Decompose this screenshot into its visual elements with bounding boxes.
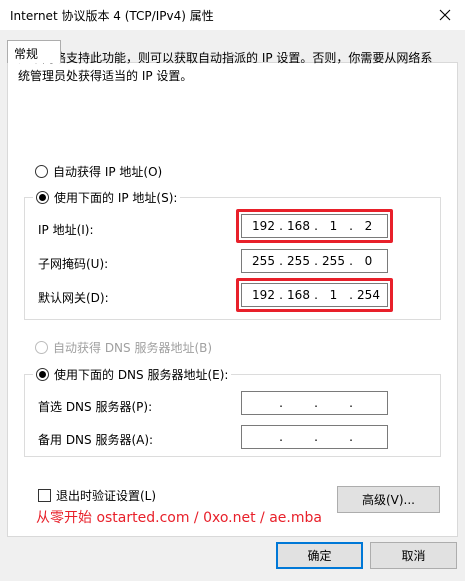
pdns-dot: . <box>349 396 353 410</box>
mask-octet-4: 0 <box>364 254 373 268</box>
pdns-dot: . <box>279 396 283 410</box>
ok-button[interactable]: 确定 <box>276 542 363 569</box>
gateway-label: 默认网关(D): <box>38 291 109 305</box>
mask-octet-1: 255 <box>252 254 275 268</box>
ip-auto-radio[interactable] <box>35 165 48 178</box>
ip-manual-label: 使用下面的 IP 地址(S): <box>54 191 178 205</box>
adns-dot: . <box>279 430 283 444</box>
validate-checkbox[interactable] <box>38 489 51 502</box>
pdns-dot: . <box>314 396 318 410</box>
ip-manual-radio[interactable] <box>36 191 49 204</box>
preferred-dns-label: 首选 DNS 服务器(P): <box>38 400 153 414</box>
alternate-dns-input[interactable]: . . . <box>241 425 388 449</box>
validate-checkbox-row[interactable]: 退出时验证设置(L) <box>38 487 156 504</box>
dns-manual-radio-row[interactable]: 使用下面的 DNS 服务器地址(E): <box>33 366 232 383</box>
watermark-text: 从零开始 ostarted.com / 0xo.net / ae.mba <box>36 510 322 526</box>
mask-dot: . <box>279 254 283 268</box>
alternate-dns-label: 备用 DNS 服务器(A): <box>38 433 154 447</box>
mask-dot: . <box>349 254 353 268</box>
subnet-mask-label: 子网掩码(U): <box>38 257 109 271</box>
window-title: Internet 协议版本 4 (TCP/IPv4) 属性 <box>10 9 214 23</box>
mask-octet-3: 255 <box>322 254 345 268</box>
adns-dot: . <box>314 430 318 444</box>
dns-manual-label: 使用下面的 DNS 服务器地址(E): <box>54 368 229 382</box>
dns-auto-label: 自动获得 DNS 服务器地址(B) <box>53 341 213 355</box>
mask-dot: . <box>314 254 318 268</box>
ip-highlight-box <box>236 209 393 243</box>
title-bar: Internet 协议版本 4 (TCP/IPv4) 属性 <box>0 0 465 30</box>
dns-auto-radio-row[interactable]: 自动获得 DNS 服务器地址(B) <box>35 339 212 356</box>
description-text: 如果网络支持此功能，则可以获取自动指派的 IP 设置。否则，你需要从网络系统管理… <box>18 51 433 83</box>
ip-auto-radio-row[interactable]: 自动获得 IP 地址(O) <box>35 163 162 180</box>
close-icon <box>439 9 451 21</box>
adns-dot: . <box>349 430 353 444</box>
ip-auto-label: 自动获得 IP 地址(O) <box>53 165 163 179</box>
dns-auto-radio[interactable] <box>35 341 48 354</box>
ip-address-label: IP 地址(I): <box>38 223 94 237</box>
preferred-dns-input[interactable]: . . . <box>241 391 388 415</box>
tab-general[interactable]: 常规 <box>7 40 61 63</box>
dns-manual-radio[interactable] <box>36 368 49 381</box>
ip-manual-radio-row[interactable]: 使用下面的 IP 地址(S): <box>33 189 181 206</box>
mask-octet-2: 255 <box>287 254 310 268</box>
subnet-mask-input[interactable]: 255. 255. 255. 0 <box>241 249 388 273</box>
close-button[interactable] <box>425 0 465 30</box>
cancel-button[interactable]: 取消 <box>370 542 457 569</box>
gateway-highlight-box <box>236 278 393 312</box>
advanced-button[interactable]: 高级(V)... <box>337 486 440 513</box>
validate-checkbox-label: 退出时验证设置(L) <box>56 489 157 503</box>
